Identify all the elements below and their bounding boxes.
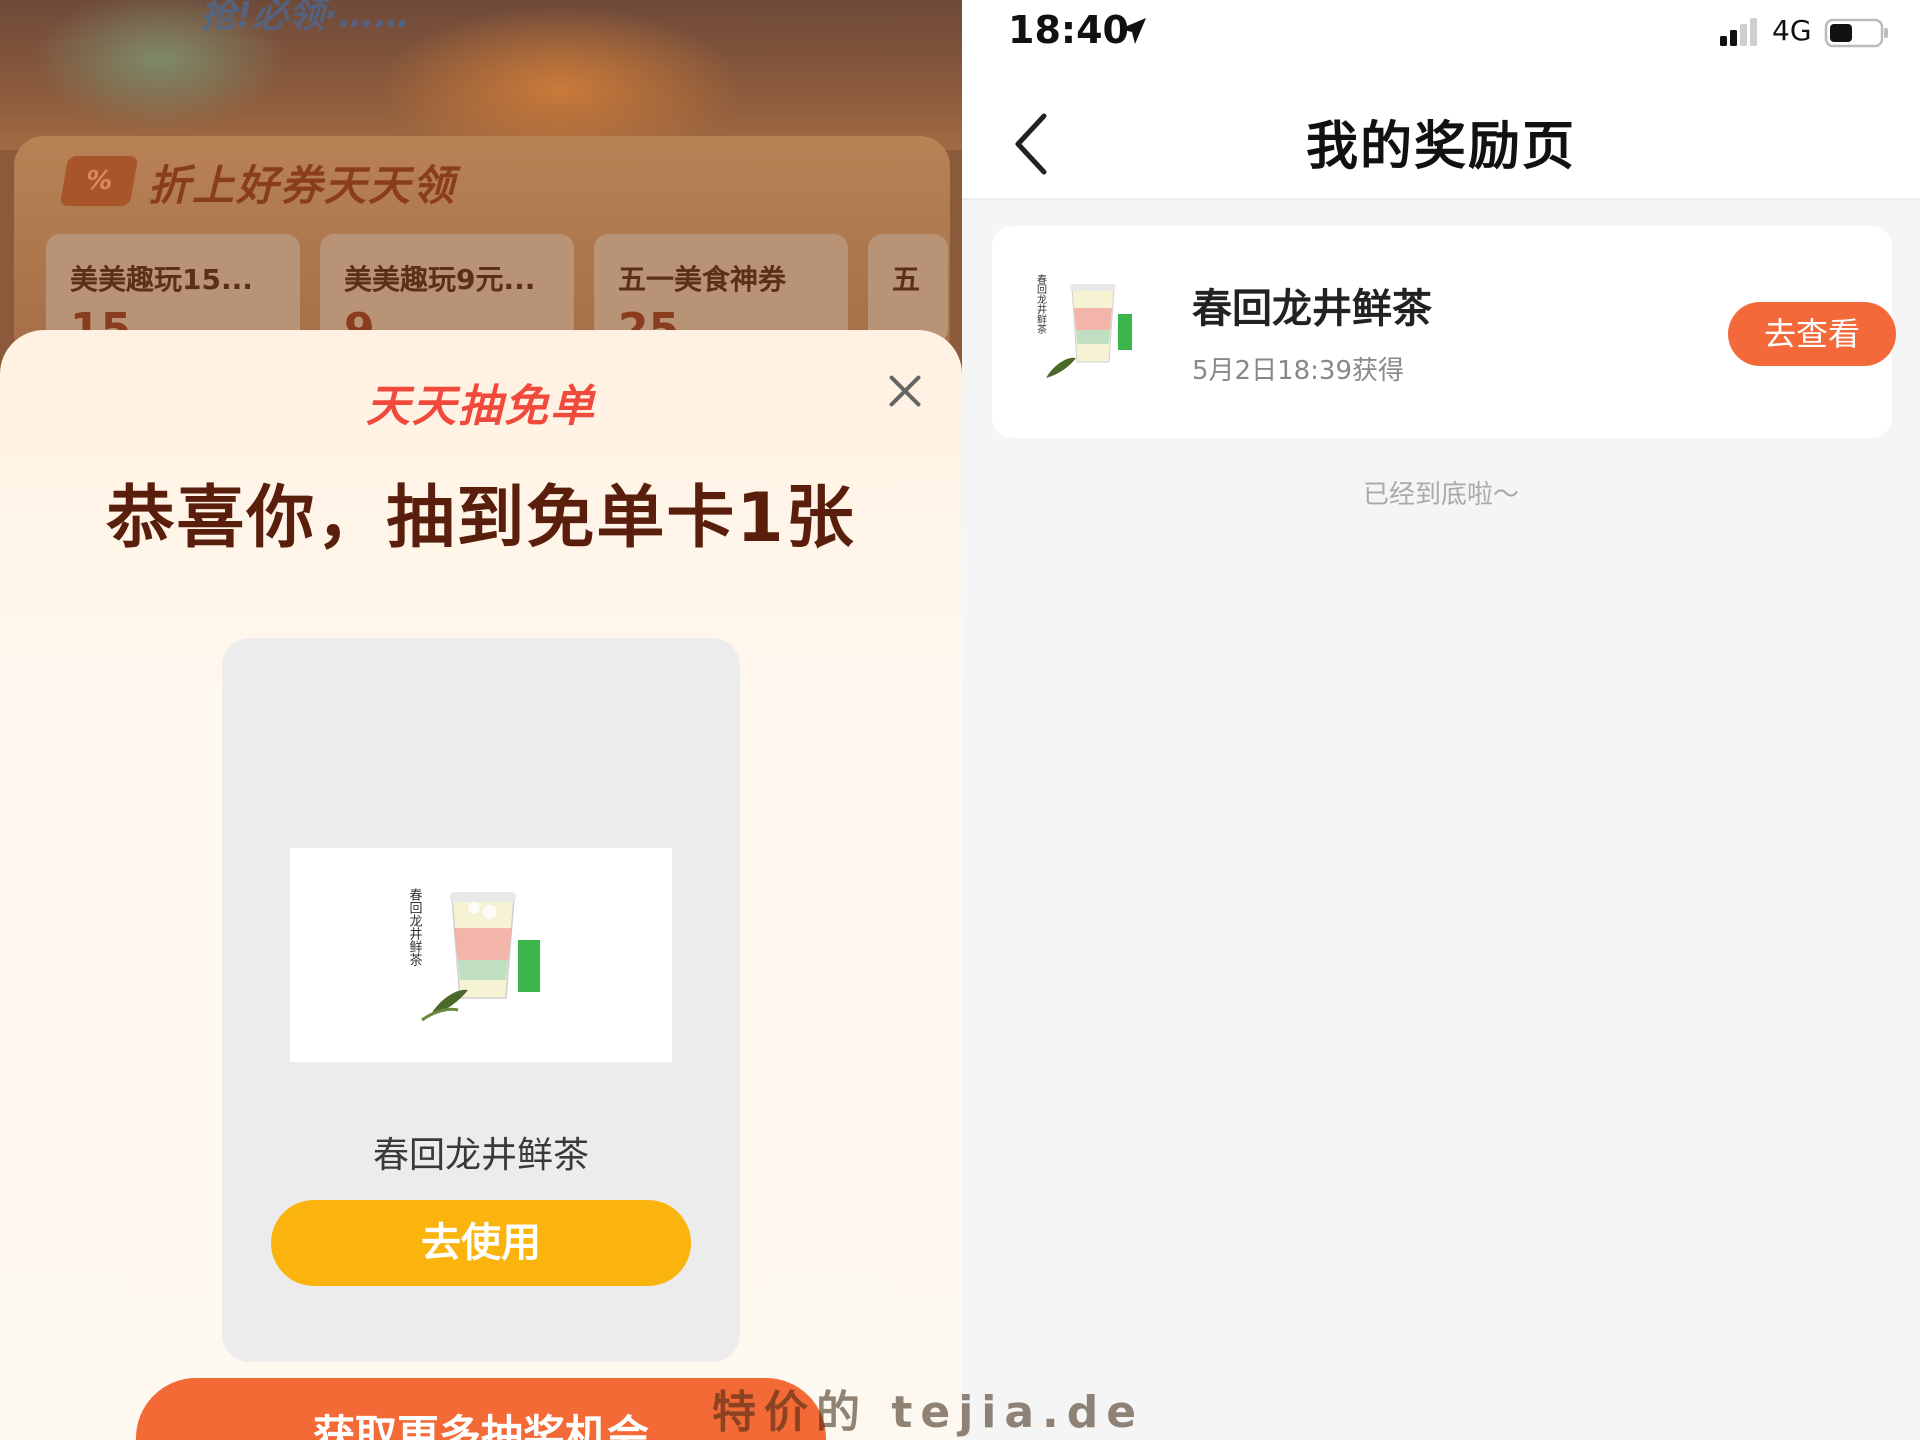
signal-bars-icon (1720, 18, 1757, 46)
reward-thumbnail: 春回龙井鲜茶 (1028, 266, 1152, 398)
background-coupon-title: 折上好券天天领 (148, 161, 457, 210)
top-bar: 18:40 4G 我的奖励页 (962, 0, 1920, 200)
reward-list-item[interactable]: 春回龙井鲜茶 春回龙井鲜茶 5月2日18:39获得 去查看 (992, 226, 1896, 438)
battery-icon (1824, 18, 1888, 48)
background-banner: 抢!必领·…… (0, 0, 962, 150)
network-type: 4G (1772, 14, 1812, 47)
view-reward-button[interactable]: 去查看 (1728, 302, 1896, 366)
background-banner-text: 抢!必领·…… (200, 0, 411, 36)
daily-free-order-logo: 天天抽免单 (366, 381, 596, 432)
prize-title: 春回龙井鲜茶 (372, 1135, 589, 1176)
watermark: 特价的 tejia.de (712, 1387, 1145, 1438)
page-title: 我的奖励页 (1305, 117, 1576, 177)
end-of-list-hint: 已经到底啦～ (1362, 480, 1519, 510)
my-rewards-screen: 18:40 4G 我的奖励页 春回龙井鲜茶 春回龙井鲜茶 5月2日18:39获得… (962, 0, 1920, 1440)
coupon-label: 美美趣玩15... (70, 263, 253, 296)
background-coupon: 五一美食神券 25 (594, 234, 848, 344)
coupon-label: 美美趣玩9元... (344, 263, 536, 296)
prize-card: 春回龙井鲜茶 春回龙井鲜茶 去使用 (222, 638, 740, 1362)
reward-obtained-time: 5月2日18:39获得 (1192, 356, 1405, 386)
thumbnail-caption: 春回龙井鲜茶 (1035, 274, 1047, 334)
background-coupon: 美美趣玩15... 15 (46, 234, 300, 344)
image-caption: 春回龙井鲜茶 (407, 888, 423, 966)
background-coupon: 美美趣玩9元... 9 (320, 234, 574, 344)
draw-result-screen: 抢!必领·…… % 折上好券天天领 美美趣玩15... 15 美美趣玩9元...… (0, 0, 962, 1440)
coupon-label: 五一美食神券 (618, 263, 787, 296)
free-order-result-dialog: 天天抽免单 恭喜你，抽到免单卡1张 春回龙井鲜茶 春回龙井鲜茶 去使用 获取更多… (0, 330, 962, 1440)
location-arrow-icon (1120, 18, 1146, 44)
congrats-headline: 恭喜你，抽到免单卡1张 (106, 479, 856, 558)
use-voucher-button[interactable]: 去使用 (271, 1200, 691, 1286)
tea-product-image: 春回龙井鲜茶 (290, 848, 672, 1062)
close-icon[interactable] (880, 366, 930, 416)
reward-name: 春回龙井鲜茶 (1192, 286, 1432, 332)
coupon-label: 五 (892, 263, 921, 296)
status-time: 18:40 (1008, 8, 1129, 52)
discount-percent-icon: % (59, 156, 139, 206)
background-coupon: 五 (868, 234, 948, 344)
